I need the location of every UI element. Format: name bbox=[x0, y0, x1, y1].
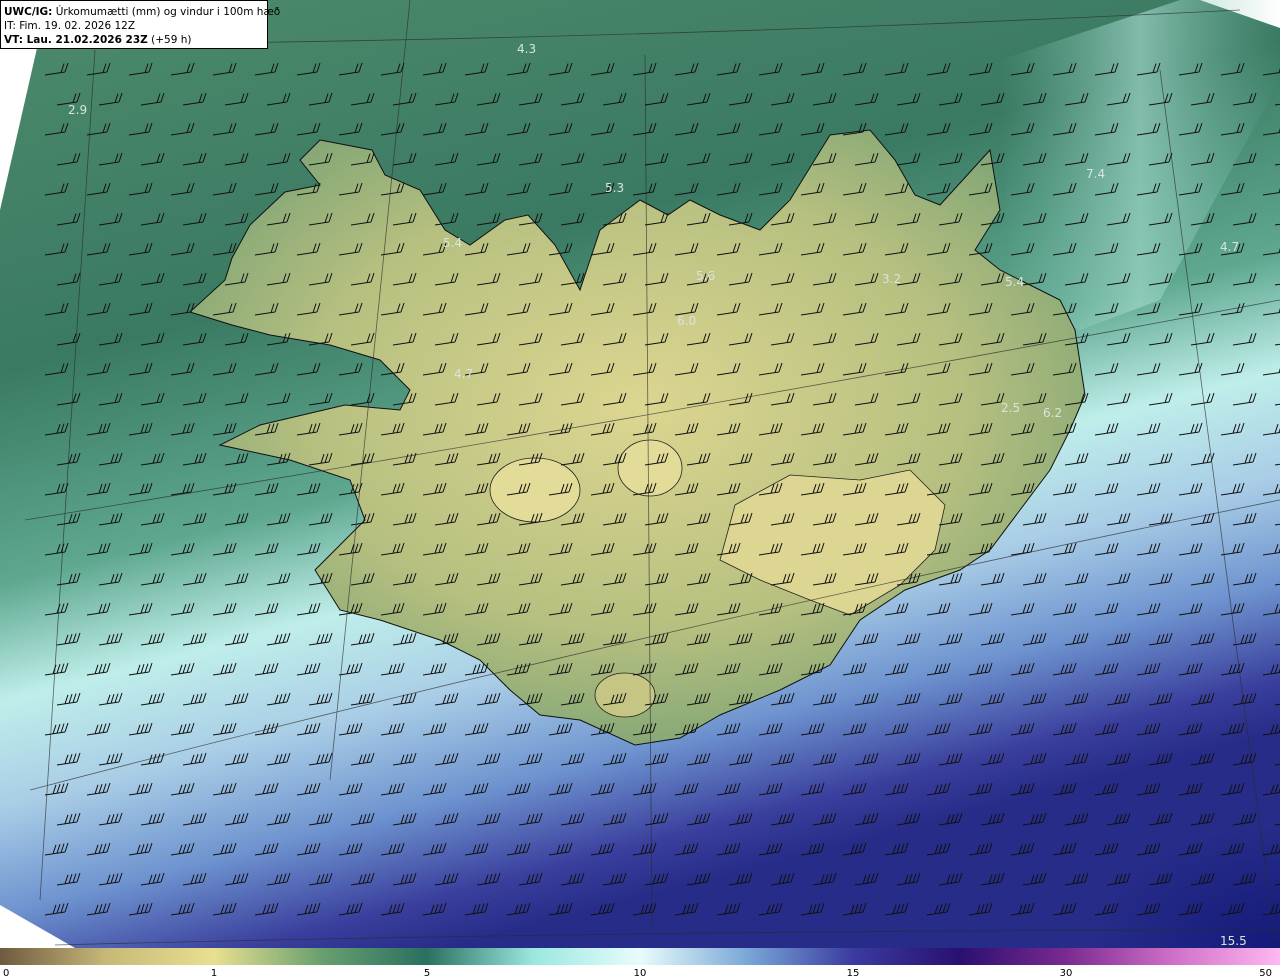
map-value-label: 2.9 bbox=[68, 103, 87, 117]
map-value-label: 3.2 bbox=[882, 272, 901, 286]
colorbar-strip bbox=[0, 948, 1280, 965]
glacier-langjokull bbox=[489, 457, 581, 523]
map-value-label: 4.7 bbox=[1220, 240, 1239, 254]
colorbar-ticks: 0 1 5 10 15 30 50 bbox=[3, 968, 1272, 978]
colorbar-tick-label: 1 bbox=[211, 968, 217, 978]
navy-corner bbox=[900, 700, 1280, 948]
map-value-label: 2.5 bbox=[1001, 401, 1020, 415]
map-value-label: 6.0 bbox=[677, 314, 696, 328]
valid-time: VT: Lau. 21.02.2026 23Z bbox=[4, 34, 148, 46]
glacier-hofsjokull bbox=[617, 439, 683, 497]
colorbar-tick-label: 5 bbox=[424, 968, 430, 978]
forecast-hour: (+59 h) bbox=[151, 34, 192, 46]
map-title: Úrkomumætti (mm) og vindur i 100m hæð bbox=[55, 6, 281, 18]
model-name: UWC/IG: bbox=[4, 6, 53, 18]
map-value-label: 6.2 bbox=[1043, 406, 1062, 420]
colorbar-tick-label: 10 bbox=[634, 968, 647, 978]
map-value-label: 15.5 bbox=[1220, 934, 1247, 948]
colorbar-tick-label: 50 bbox=[1259, 968, 1272, 978]
colorbar-tick-label: 30 bbox=[1060, 968, 1073, 978]
map-value-label: 4.3 bbox=[517, 42, 536, 56]
colorbar-tick-label: 15 bbox=[847, 968, 860, 978]
map-value-label: 5.4 bbox=[1005, 275, 1024, 289]
map-value-label: 5.3 bbox=[605, 181, 624, 195]
map-value-label: 4.7 bbox=[454, 367, 473, 381]
initial-time: IT: Fim. 19. 02. 2026 12Z bbox=[4, 20, 136, 32]
map-value-label: 5.6 bbox=[696, 269, 715, 283]
info-box: UWC/IG: Úrkomumætti (mm) og vindur i 100… bbox=[0, 0, 280, 49]
map-value-label: 7.4 bbox=[1086, 167, 1105, 181]
map-value-label: 5.4 bbox=[443, 236, 462, 250]
precipitation-wind-map[interactable]: 4.3 2.9 5.3 5.4 7.4 4.7 5.6 3.2 5.4 6.0 … bbox=[0, 0, 1280, 948]
colorbar-tick-label: 0 bbox=[3, 968, 9, 978]
colorbar: 0 1 5 10 15 30 50 bbox=[0, 948, 1280, 978]
